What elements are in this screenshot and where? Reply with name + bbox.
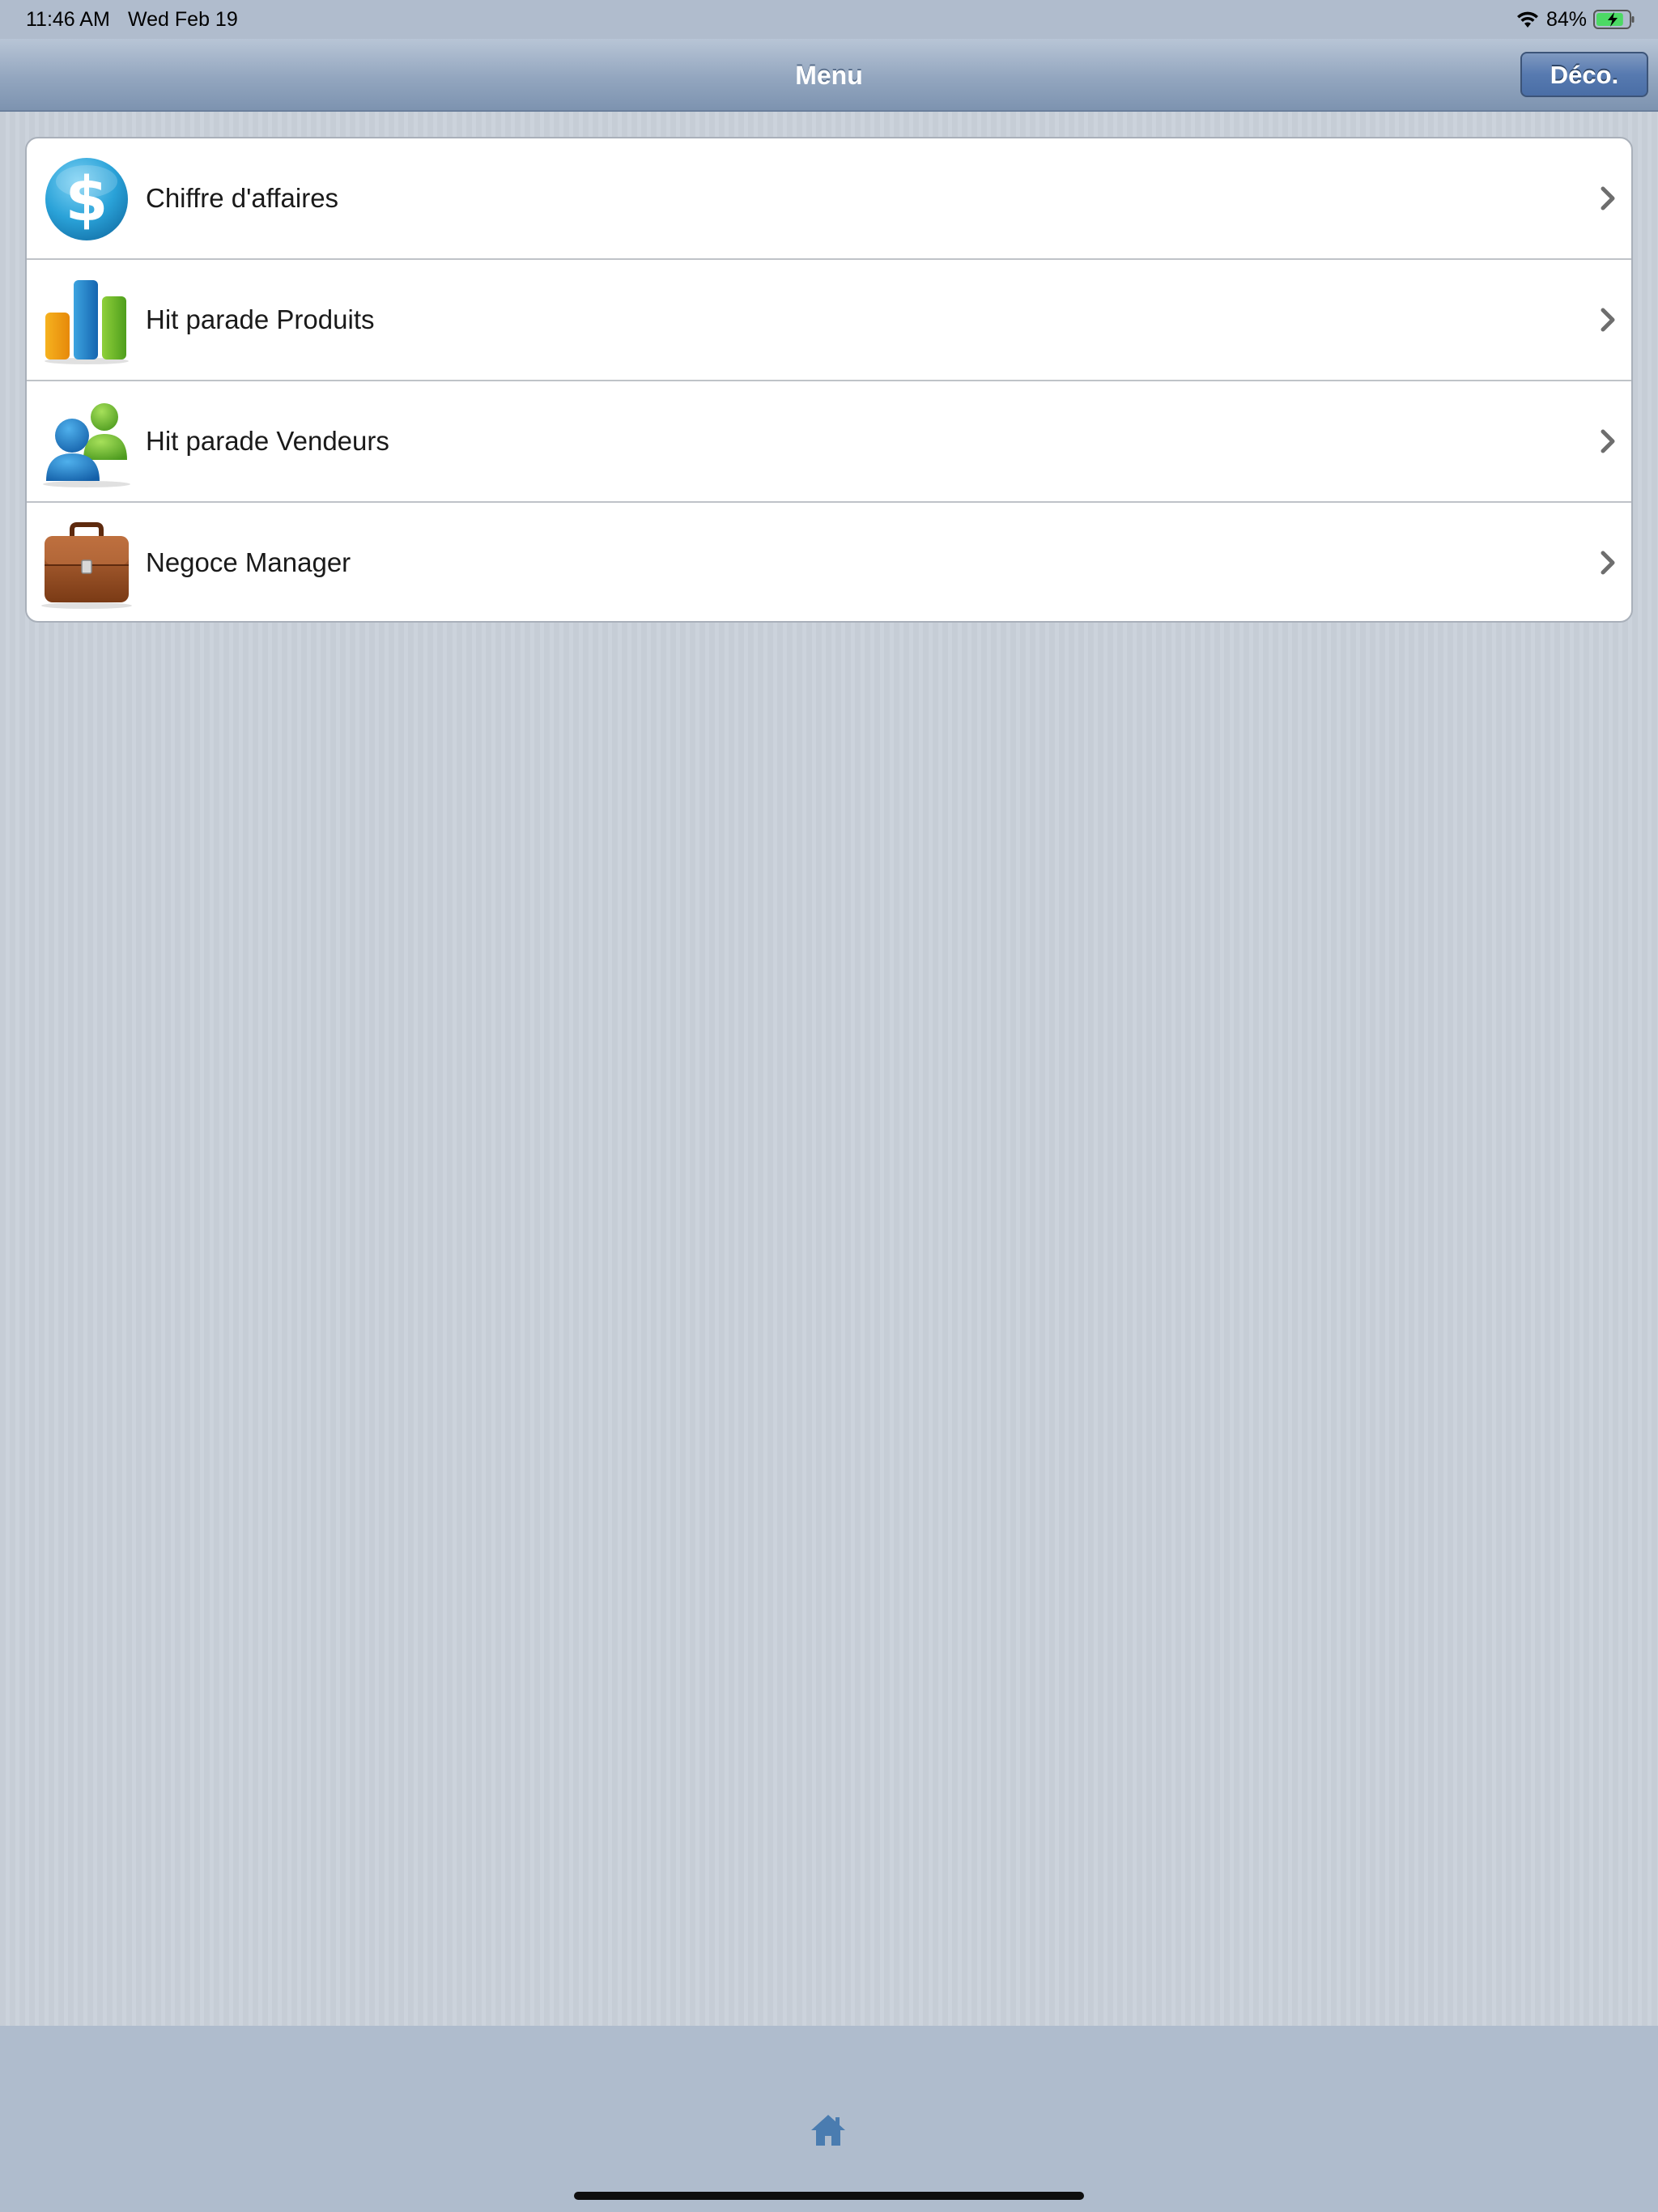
home-indicator — [574, 2192, 1084, 2200]
menu-item-chiffre-affaires[interactable]: $ Chiffre d'affaires — [27, 138, 1631, 260]
home-icon[interactable] — [809, 2111, 848, 2150]
navigation-bar: Menu Déco. — [0, 39, 1658, 112]
menu-item-label: Negoce Manager — [146, 547, 351, 577]
users-icon — [43, 403, 130, 487]
status-indicators: 84% — [1516, 6, 1635, 32]
bottom-toolbar — [0, 2026, 1658, 2212]
menu-item-hit-parade-vendeurs[interactable]: Hit parade Vendeurs — [27, 381, 1631, 503]
svg-text:$: $ — [66, 163, 108, 235]
page-title: Menu — [795, 61, 863, 90]
menu-item-label: Chiffre d'affaires — [146, 183, 339, 213]
menu-list: $ Chiffre d'affaires Hit parade Produits… — [25, 137, 1633, 623]
wifi-icon — [1516, 11, 1538, 28]
chevron-right-icon — [1601, 429, 1615, 453]
chevron-right-icon — [1601, 186, 1615, 211]
menu-item-negoce-manager[interactable]: Negoce Manager — [27, 503, 1631, 621]
dollar-coin-icon: $ — [45, 158, 128, 240]
chevron-right-icon — [1601, 551, 1615, 575]
menu-item-label: Hit parade Vendeurs — [146, 426, 389, 456]
menu-item-label: Hit parade Produits — [146, 304, 375, 334]
status-time: 11:46 AM — [26, 8, 110, 31]
battery-percent: 84% — [1545, 7, 1587, 31]
status-date: Wed Feb 19 — [128, 8, 238, 31]
battery-charging-icon — [1593, 10, 1635, 29]
briefcase-icon — [41, 522, 132, 609]
bar-chart-icon — [45, 280, 129, 364]
status-bar: 11:46 AM Wed Feb 19 84% — [0, 0, 1658, 39]
chevron-right-icon — [1601, 308, 1615, 332]
menu-item-hit-parade-produits[interactable]: Hit parade Produits — [27, 260, 1631, 381]
logout-button[interactable]: Déco. — [1520, 52, 1648, 97]
